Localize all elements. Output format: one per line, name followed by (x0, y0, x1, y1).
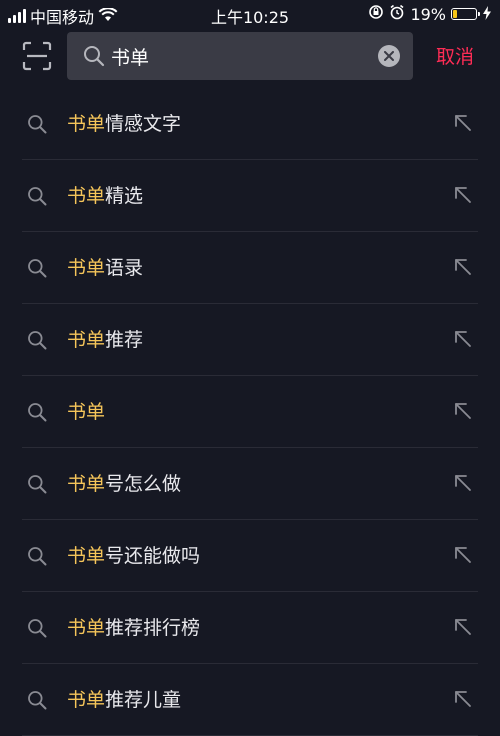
charging-bolt-icon (482, 5, 492, 24)
suggestion-text: 书单推荐排行榜 (67, 592, 200, 664)
suggestion-text: 书单推荐儿童 (67, 664, 181, 736)
scan-icon (22, 41, 52, 71)
fill-query-arrow-icon[interactable] (454, 546, 472, 568)
suggestion-text: 书单 (67, 376, 105, 448)
suggestion-item[interactable]: 书单推荐排行榜 (0, 592, 500, 664)
suggestion-text: 书单精选 (67, 160, 143, 232)
suggestion-item[interactable]: 书单语录 (0, 232, 500, 304)
status-left: 中国移动 (8, 4, 118, 28)
search-icon (27, 618, 47, 642)
fill-query-arrow-icon[interactable] (454, 690, 472, 712)
rotation-lock-icon (368, 4, 384, 24)
suggestion-list: 书单情感文字 书单精选 书单语录 书单推荐 书单 书单号怎么做 书单号还能做吗 书单推荐排行榜… (0, 88, 500, 736)
suggestion-item[interactable]: 书单情感文字 (0, 88, 500, 160)
suggestion-text: 书单推荐 (67, 304, 143, 376)
suggestion-item[interactable]: 书单推荐儿童 (0, 664, 500, 736)
suggestion-rest: 号怎么做 (105, 473, 182, 495)
search-icon (27, 690, 47, 714)
suggestion-item[interactable]: 书单号还能做吗 (0, 520, 500, 592)
wifi-icon (98, 6, 118, 26)
suggestion-item[interactable]: 书单号怎么做 (0, 448, 500, 520)
fill-query-arrow-icon[interactable] (454, 402, 472, 424)
search-icon (27, 114, 47, 138)
fill-query-arrow-icon[interactable] (454, 474, 472, 496)
search-icon (27, 474, 47, 498)
suggestion-highlight: 书单 (67, 401, 106, 423)
search-box[interactable] (67, 32, 413, 80)
suggestion-highlight: 书单 (67, 113, 106, 135)
fill-query-arrow-icon[interactable] (454, 330, 472, 352)
clear-search-button[interactable] (378, 45, 400, 67)
suggestion-rest: 语录 (105, 257, 144, 279)
suggestion-item[interactable]: 书单 (0, 376, 500, 448)
battery-level-fill (453, 10, 457, 18)
suggestion-highlight: 书单 (67, 185, 106, 207)
search-icon (27, 258, 47, 282)
suggestion-rest: 号还能做吗 (105, 545, 201, 567)
fill-query-arrow-icon[interactable] (454, 186, 472, 208)
suggestion-highlight: 书单 (67, 617, 106, 639)
suggestion-highlight: 书单 (67, 689, 106, 711)
suggestion-rest: 精选 (105, 185, 144, 207)
search-icon (83, 45, 105, 71)
suggestion-text: 书单语录 (67, 232, 143, 304)
suggestion-highlight: 书单 (67, 545, 106, 567)
search-icon (27, 546, 47, 570)
status-bar: 中国移动 上午10:25 19% (0, 0, 500, 28)
suggestion-text: 书单号还能做吗 (67, 520, 200, 592)
suggestion-highlight: 书单 (67, 473, 106, 495)
search-icon (27, 186, 47, 210)
suggestion-rest: 推荐排行榜 (105, 617, 201, 639)
suggestion-rest: 推荐儿童 (105, 689, 182, 711)
fill-query-arrow-icon[interactable] (454, 618, 472, 640)
suggestion-rest: 推荐 (105, 329, 144, 351)
suggestion-rest: 情感文字 (105, 113, 182, 135)
alarm-icon (389, 4, 405, 24)
scan-button[interactable] (22, 41, 52, 71)
fill-query-arrow-icon[interactable] (454, 114, 472, 136)
signal-icon (8, 9, 26, 23)
suggestion-highlight: 书单 (67, 257, 106, 279)
status-right: 19% (368, 4, 492, 24)
suggestion-highlight: 书单 (67, 329, 106, 351)
suggestion-item[interactable]: 书单精选 (0, 160, 500, 232)
carrier-label: 中国移动 (30, 8, 95, 27)
suggestion-text: 书单号怎么做 (67, 448, 181, 520)
suggestion-text: 书单情感文字 (67, 88, 181, 160)
search-icon (27, 402, 47, 426)
cancel-button[interactable]: 取消 (436, 42, 474, 69)
battery-percent: 19% (410, 4, 446, 24)
search-icon (27, 330, 47, 354)
suggestion-item[interactable]: 书单推荐 (0, 304, 500, 376)
fill-query-arrow-icon[interactable] (454, 258, 472, 280)
battery-icon (451, 8, 480, 20)
close-icon (384, 51, 394, 61)
search-input[interactable] (111, 32, 361, 80)
search-header: 取消 (0, 32, 500, 80)
